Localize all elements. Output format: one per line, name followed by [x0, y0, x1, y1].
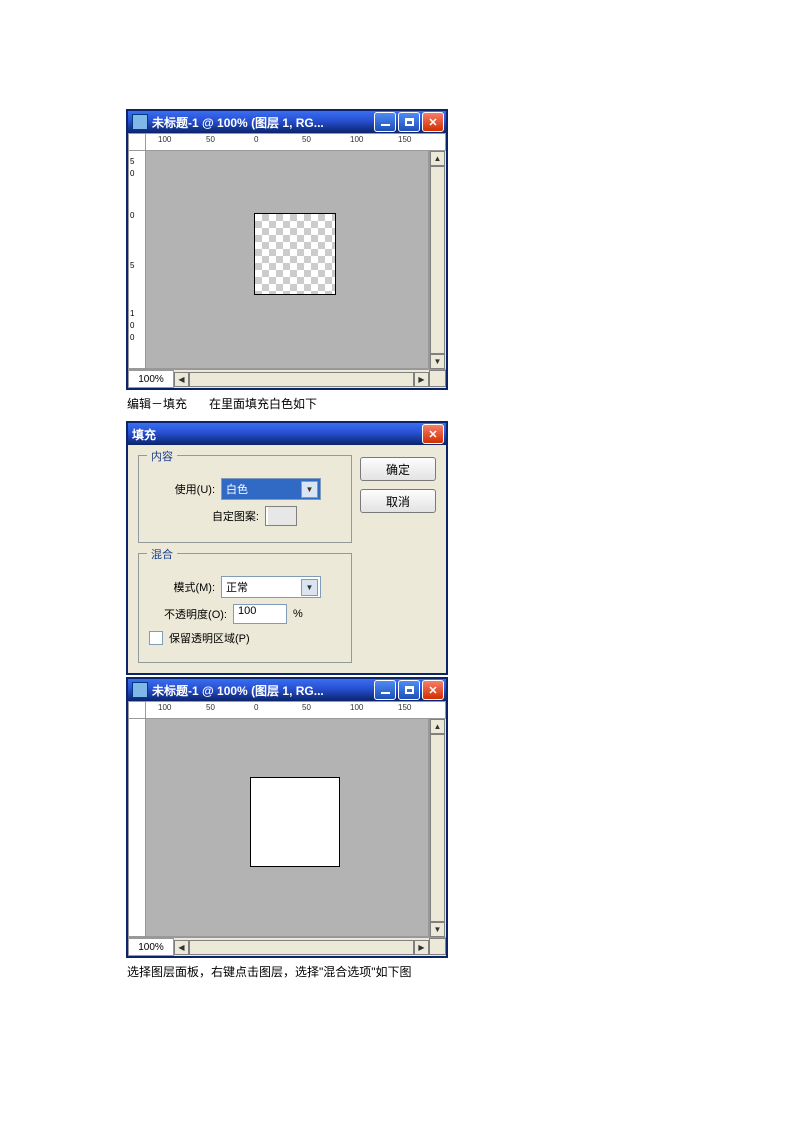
pattern-label: 自定图案: [149, 508, 259, 524]
scroll-thumb-h[interactable] [189, 372, 414, 387]
mode-select[interactable]: 正常 ▼ [221, 576, 321, 598]
transparent-canvas[interactable] [254, 213, 336, 295]
scroll-down-button[interactable]: ▼ [430, 354, 445, 369]
chevron-down-icon[interactable]: ▼ [301, 481, 318, 498]
scroll-down-button[interactable]: ▼ [430, 922, 445, 937]
caption-1: 编辑－填充在里面填充白色如下 [127, 395, 800, 412]
close-button[interactable]: ✕ [422, 424, 444, 444]
window-title: 未标题-1 @ 100% (图层 1, RG... [152, 114, 374, 131]
group-legend: 内容 [147, 448, 177, 464]
canvas-window-1: 未标题-1 @ 100% (图层 1, RG... ✕ 100 50 0 50 … [127, 110, 447, 389]
app-icon [132, 114, 148, 130]
scroll-left-button[interactable]: ◀ [174, 372, 189, 387]
opacity-label: 不透明度(O): [149, 606, 227, 622]
titlebar[interactable]: 填充 ✕ [128, 423, 446, 445]
minimize-button[interactable] [374, 680, 396, 700]
scrollbar-horizontal[interactable]: ◀ ▶ [174, 370, 429, 388]
use-value: 白色 [226, 481, 248, 497]
ruler-horizontal[interactable]: 100 50 0 50 100 150 [146, 701, 446, 719]
canvas-area[interactable] [146, 719, 429, 937]
scroll-right-button[interactable]: ▶ [414, 372, 429, 387]
chevron-down-icon[interactable]: ▼ [301, 579, 318, 596]
blend-group: 混合 模式(M): 正常 ▼ 不透明度(O): 100 % [138, 553, 352, 663]
canvas-area[interactable] [146, 151, 429, 369]
group-legend: 混合 [147, 546, 177, 562]
opacity-input[interactable]: 100 [233, 604, 287, 624]
scrollbar-vertical[interactable]: ▲ ▼ [429, 151, 446, 369]
ruler-vertical[interactable]: 5 0 0 5 1 0 0 [128, 151, 146, 369]
scrollbar-horizontal[interactable]: ◀ ▶ [174, 938, 429, 956]
zoom-field[interactable]: 100% [128, 370, 174, 388]
dialog-title: 填充 [132, 426, 422, 443]
filled-canvas[interactable] [250, 777, 340, 867]
scroll-thumb-v[interactable] [430, 166, 445, 354]
zoom-field[interactable]: 100% [128, 938, 174, 956]
ruler-origin[interactable] [128, 133, 146, 151]
content-group: 内容 使用(U): 白色 ▼ 自定图案: [138, 455, 352, 543]
titlebar[interactable]: 未标题-1 @ 100% (图层 1, RG... ✕ [128, 679, 446, 701]
app-icon [132, 682, 148, 698]
mode-label: 模式(M): [149, 579, 215, 595]
scroll-right-button[interactable]: ▶ [414, 940, 429, 955]
preserve-checkbox[interactable] [149, 631, 163, 645]
pattern-swatch [265, 506, 297, 526]
titlebar[interactable]: 未标题-1 @ 100% (图层 1, RG... ✕ [128, 111, 446, 133]
resize-grip[interactable] [429, 938, 446, 955]
ok-button[interactable]: 确定 [360, 457, 436, 481]
close-button[interactable]: ✕ [422, 680, 444, 700]
preserve-label: 保留透明区域(P) [169, 630, 250, 646]
canvas-window-2: 未标题-1 @ 100% (图层 1, RG... ✕ 100 50 0 50 … [127, 678, 447, 957]
window-title: 未标题-1 @ 100% (图层 1, RG... [152, 682, 374, 699]
scroll-up-button[interactable]: ▲ [430, 151, 445, 166]
scroll-up-button[interactable]: ▲ [430, 719, 445, 734]
maximize-button[interactable] [398, 112, 420, 132]
use-select[interactable]: 白色 ▼ [221, 478, 321, 500]
ruler-origin[interactable] [128, 701, 146, 719]
close-button[interactable]: ✕ [422, 112, 444, 132]
ruler-vertical[interactable] [128, 719, 146, 937]
ruler-horizontal[interactable]: 100 50 0 50 100 150 [146, 133, 446, 151]
scroll-thumb-v[interactable] [430, 734, 445, 922]
use-label: 使用(U): [149, 481, 215, 497]
mode-value: 正常 [226, 579, 248, 595]
opacity-unit: % [293, 608, 303, 620]
resize-grip[interactable] [429, 370, 446, 387]
maximize-button[interactable] [398, 680, 420, 700]
caption-2: 选择图层面板，右键点击图层，选择"混合选项"如下图 [127, 963, 800, 980]
scroll-thumb-h[interactable] [189, 940, 414, 955]
scrollbar-vertical[interactable]: ▲ ▼ [429, 719, 446, 937]
cancel-button[interactable]: 取消 [360, 489, 436, 513]
minimize-button[interactable] [374, 112, 396, 132]
fill-dialog: 填充 ✕ 内容 使用(U): 白色 ▼ [127, 422, 447, 674]
scroll-left-button[interactable]: ◀ [174, 940, 189, 955]
